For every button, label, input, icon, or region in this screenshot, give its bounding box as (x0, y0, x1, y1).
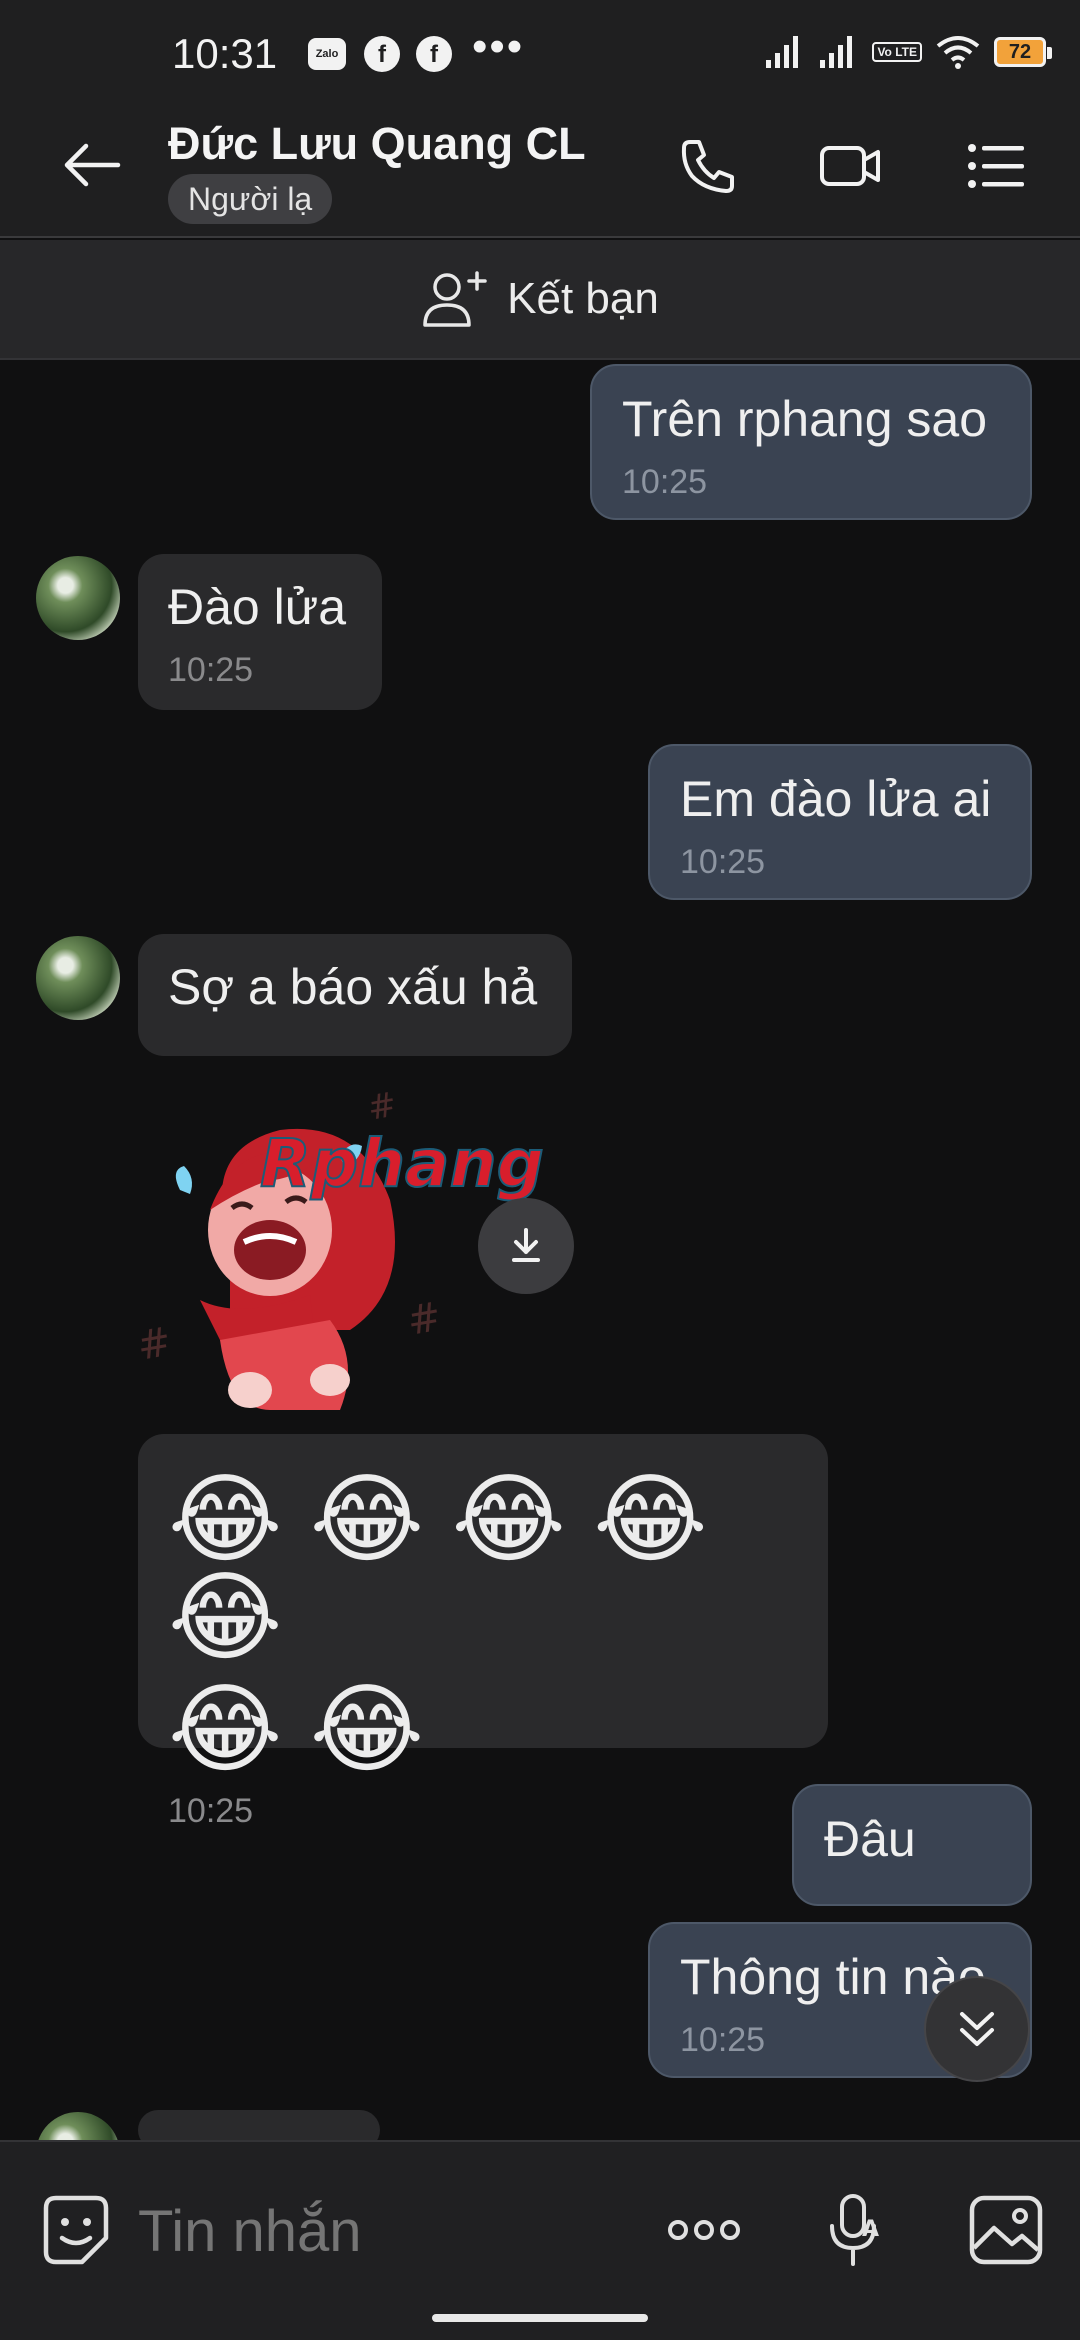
wifi-icon (936, 36, 980, 69)
phone-icon[interactable] (676, 136, 740, 196)
message-time: 10:25 (680, 843, 766, 881)
home-indicator[interactable] (432, 2314, 648, 2322)
status-time: 10:31 (172, 30, 278, 77)
emoji-row: 😂 😂 (168, 1680, 798, 1778)
message-bubble-incoming[interactable]: 😂 😂 😂 😂 😂 😂 😂 10:25 (138, 1434, 828, 1830)
message-time: 10:25 (168, 651, 254, 689)
avatar[interactable] (36, 556, 120, 640)
menu-list-icon[interactable] (964, 136, 1028, 196)
voice-icon[interactable]: A (816, 2190, 896, 2270)
video-call-icon[interactable] (818, 136, 882, 196)
avatar[interactable] (36, 936, 120, 1020)
more-icon[interactable] (664, 2190, 744, 2270)
sticker-icon[interactable] (36, 2190, 116, 2270)
add-friend-button[interactable]: Kết bạn (0, 240, 1080, 360)
scroll-to-bottom-button[interactable] (924, 1976, 1030, 2082)
message-input[interactable] (138, 2198, 618, 2265)
message-bubble-outgoing[interactable]: Đâu (792, 1784, 1032, 1906)
message-text: Sợ a báo xấu hả (168, 959, 538, 1015)
download-button[interactable] (478, 1198, 574, 1294)
message-text: Đào lửa (168, 579, 347, 635)
message-bubble-outgoing[interactable]: Trên rphang sao 10:25 (590, 364, 1032, 520)
status-bar: 10:31 Zalo f f ••• Vo LTE 72 (0, 0, 1080, 96)
svg-text:A: A (862, 2217, 879, 2242)
chat-header: Đức Lưu Quang CL Người lạ (0, 96, 1080, 238)
message-bubble-incoming[interactable]: Đào lửa 10:25 (138, 554, 382, 710)
facebook-icon: f (364, 36, 400, 72)
download-icon (512, 1228, 540, 1262)
message-time: 10:25 (168, 1792, 254, 1830)
battery-icon: 72 (994, 37, 1052, 67)
facebook-icon: f (416, 36, 452, 72)
svg-text:#: # (365, 1090, 400, 1129)
back-arrow-icon[interactable] (62, 140, 122, 190)
message-bubble-incoming[interactable]: Sợ a báo xấu hả (138, 934, 572, 1056)
laughing-girl-sticker: # # # Rphang (134, 1085, 545, 1410)
message-text: Em đào lửa ai (680, 771, 992, 827)
double-chevron-down-icon (960, 2012, 994, 2046)
contact-name[interactable]: Đức Lưu Quang CL (168, 118, 586, 170)
add-friend-label: Kết bạn (507, 274, 659, 323)
tears-of-joy-emoji: 😂 😂 😂 😂 😂 (168, 1464, 708, 1672)
zalo-icon: Zalo (308, 38, 346, 70)
volte-icon: Vo LTE (872, 42, 922, 62)
signal-icon (766, 36, 799, 68)
svg-text:#: # (140, 1319, 175, 1370)
svg-text:#: # (404, 1294, 445, 1345)
message-time: 10:25 (622, 463, 708, 501)
status-overflow-icon: ••• (472, 22, 525, 71)
signal-icon (820, 36, 853, 68)
status-indicators: Vo LTE 72 (764, 30, 1052, 74)
stranger-badge: Người lạ (168, 174, 333, 224)
add-friend-icon (423, 271, 487, 327)
image-icon[interactable] (966, 2190, 1046, 2270)
message-text: Đâu (824, 1811, 916, 1867)
sticker-message[interactable]: # # # Rphang (134, 1085, 700, 1420)
emoji-row: 😂 😂 😂 😂 😂 (168, 1470, 798, 1666)
message-text: Trên rphang sao (622, 391, 988, 447)
message-bubble-outgoing[interactable]: Em đào lửa ai 10:25 (648, 744, 1032, 900)
message-composer: A (0, 2140, 1080, 2340)
sticker-watermark: Rphang (260, 1125, 544, 1202)
tears-of-joy-emoji: 😂 😂 (168, 1674, 425, 1784)
